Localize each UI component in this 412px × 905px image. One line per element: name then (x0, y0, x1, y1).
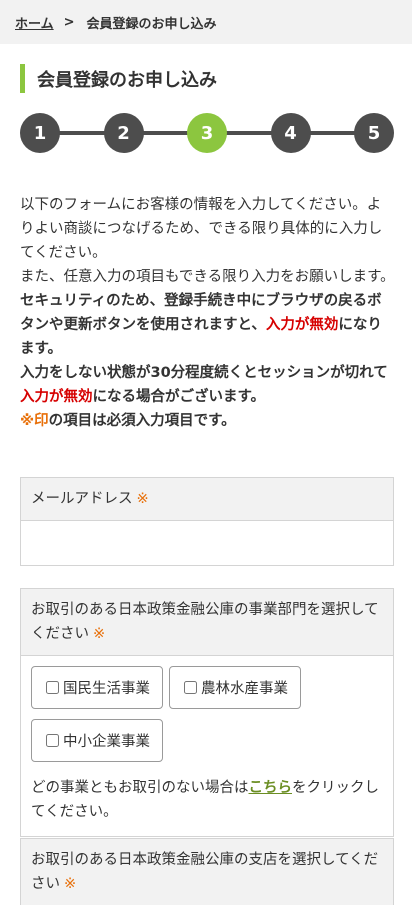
step-4: 4 (270, 113, 311, 153)
division-note: どの事業ともお取引のない場合はこちらをクリックしてください。 (31, 776, 383, 824)
step-2: 2 (103, 113, 144, 153)
division-options: 国民生活事業 農林水産事業 中小企業事業 (31, 666, 383, 762)
session-warning-text: 入力をしない状態が30分程度続くとセッションが切れて (20, 365, 388, 381)
division-field-group: お取引のある日本政策金融公庫の事業部門を選択してください ※ 国民生活事業 農林水… (20, 588, 394, 837)
step-1: 1 (20, 113, 60, 153)
email-label: メールアドレス ※ (21, 478, 393, 521)
intro-security-warning: セキュリティのため、登録手続き中にブラウザの戻るボタンや更新ボタンを使用されます… (20, 289, 395, 361)
division-checkbox-chusho[interactable] (46, 734, 59, 747)
breadcrumb: ホーム > 会員登録のお申し込み (0, 0, 412, 44)
step-3-current: 3 (187, 113, 227, 153)
breadcrumb-current: 会員登録のお申し込み (86, 16, 217, 32)
division-label: お取引のある日本政策金融公庫の事業部門を選択してください ※ (21, 589, 393, 656)
session-invalid-warning: 入力が無効 (20, 389, 93, 405)
session-warning-tail: になる場合がございます。 (92, 389, 266, 405)
division-label-text: お取引のある日本政策金融公庫の事業部門を選択してください (31, 602, 379, 642)
no-transaction-link[interactable]: こちら (249, 780, 293, 796)
division-checkbox-norin[interactable] (184, 681, 197, 694)
breadcrumb-separator: > (63, 14, 75, 30)
invalid-input-warning: 入力が無効 (265, 317, 339, 333)
division-option-label: 農林水産事業 (201, 681, 288, 697)
email-required-mark: ※ (136, 491, 149, 507)
page-title: 会員登録のお申し込み (20, 64, 217, 93)
step-5: 5 (354, 113, 394, 153)
email-field-group: メールアドレス ※ (20, 477, 394, 566)
division-option-kokumin[interactable]: 国民生活事業 (31, 666, 163, 709)
division-required-mark: ※ (93, 626, 106, 642)
required-note-text: の項目は必須入力項目です。 (48, 413, 236, 429)
intro-session-warning: 入力をしない状態が30分程度続くとセッションが切れて入力が無効になる場合がござい… (20, 361, 395, 409)
division-option-chusho[interactable]: 中小企業事業 (31, 719, 163, 762)
branch-label: お取引のある日本政策金融公庫の支店を選択してください ※ (21, 839, 393, 905)
branch-required-mark: ※ (64, 876, 77, 892)
branch-field-group: お取引のある日本政策金融公庫の支店を選択してください ※ (20, 838, 394, 905)
division-note-text: どの事業ともお取引のない場合は (31, 780, 249, 796)
intro-paragraph-2: また、任意入力の項目もできる限り入力をお願いします。 (20, 269, 395, 285)
division-option-norin[interactable]: 農林水産事業 (169, 666, 301, 709)
email-label-text: メールアドレス (31, 491, 133, 507)
intro-paragraph-1: 以下のフォームにお客様の情報を入力してください。よりよい商談につなげるため、でき… (20, 197, 383, 261)
division-option-label: 中小企業事業 (63, 734, 150, 750)
step-indicator: 1 2 3 4 5 (20, 113, 394, 153)
breadcrumb-home-link[interactable]: ホーム (15, 13, 54, 32)
division-checkbox-kokumin[interactable] (46, 681, 59, 694)
required-mark-note: ※印 (20, 413, 49, 429)
branch-label-text: お取引のある日本政策金融公庫の支店を選択してください (31, 852, 379, 892)
division-option-label: 国民生活事業 (63, 681, 150, 697)
intro-text: 以下のフォームにお客様の情報を入力してください。よりよい商談につなげるため、でき… (20, 193, 395, 433)
intro-required-note: ※印の項目は必須入力項目です。 (20, 409, 395, 433)
email-input[interactable] (31, 531, 383, 555)
